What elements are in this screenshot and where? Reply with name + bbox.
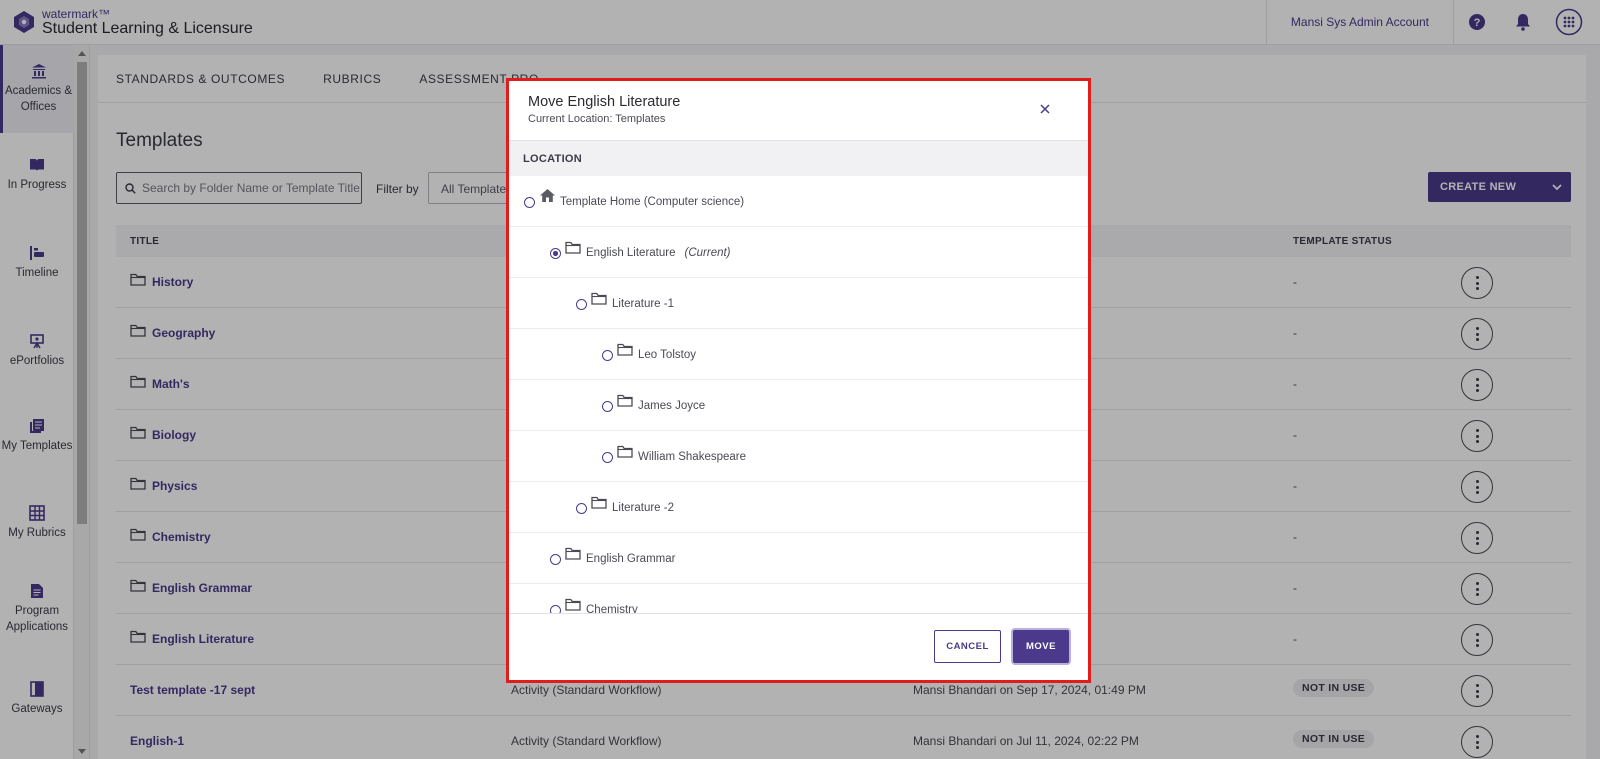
location-radio[interactable]	[550, 248, 561, 259]
folder-icon	[565, 241, 581, 257]
cancel-button[interactable]: CANCEL	[934, 630, 1001, 663]
location-radio[interactable]	[576, 503, 587, 514]
location-name: Literature -1	[612, 298, 675, 310]
location-label: Leo Tolstoy	[638, 349, 696, 361]
location-node[interactable]: English Literature (Current)	[509, 227, 1088, 278]
folder-icon	[617, 343, 633, 359]
dialog-subtitle: Current Location: Templates	[528, 113, 666, 125]
dialog-title: Move English Literature	[528, 94, 681, 110]
home-icon	[539, 188, 556, 206]
location-label: William Shakespeare	[638, 451, 746, 463]
location-name: Leo Tolstoy	[638, 349, 696, 361]
location-radio[interactable]	[602, 401, 613, 412]
location-name: English Grammar	[586, 553, 676, 565]
location-name: James Joyce	[638, 400, 706, 412]
location-label: Template Home (Computer science)	[560, 196, 744, 208]
location-node[interactable]: James Joyce	[509, 380, 1088, 431]
dialog-footer: CANCEL MOVE	[509, 613, 1088, 680]
folder-icon	[565, 598, 581, 613]
location-node[interactable]: Leo Tolstoy	[509, 329, 1088, 380]
location-name: English Literature	[586, 247, 676, 259]
location-label: English Grammar	[586, 553, 675, 565]
location-radio[interactable]	[550, 605, 561, 613]
location-node[interactable]: Literature -2	[509, 482, 1088, 533]
folder-icon	[617, 445, 633, 461]
location-node[interactable]: Literature -1	[509, 278, 1088, 329]
move-button[interactable]: MOVE	[1013, 630, 1069, 663]
location-node[interactable]: Chemistry	[509, 584, 1088, 613]
location-radio[interactable]	[576, 299, 587, 310]
close-icon[interactable]	[1035, 99, 1055, 119]
folder-icon	[565, 547, 581, 563]
location-name: Template Home (Computer science)	[560, 196, 745, 208]
location-label: James Joyce	[638, 400, 705, 412]
move-dialog: Move English Literature Current Location…	[506, 78, 1091, 683]
location-name: Chemistry	[586, 604, 638, 613]
folder-icon	[591, 292, 607, 308]
location-radio[interactable]	[602, 452, 613, 463]
current-location-tag: (Current)	[684, 247, 731, 259]
location-node[interactable]: Template Home (Computer science)	[509, 176, 1088, 227]
location-label: English Literature (Current)	[586, 247, 731, 259]
dialog-header: Move English Literature Current Location…	[509, 81, 1088, 141]
location-radio[interactable]	[524, 197, 535, 208]
location-section-header: LOCATION	[509, 141, 1088, 176]
location-tree[interactable]: Template Home (Computer science) English …	[509, 176, 1088, 613]
location-name: Literature -2	[612, 502, 675, 514]
location-radio[interactable]	[550, 554, 561, 565]
location-node[interactable]: English Grammar	[509, 533, 1088, 584]
location-radio[interactable]	[602, 350, 613, 361]
location-label: Literature -1	[612, 298, 674, 310]
folder-icon	[617, 394, 633, 410]
location-node[interactable]: William Shakespeare	[509, 431, 1088, 482]
location-label: Chemistry	[586, 604, 638, 613]
folder-icon	[591, 496, 607, 512]
location-name: William Shakespeare	[638, 451, 747, 463]
location-label: Literature -2	[612, 502, 674, 514]
